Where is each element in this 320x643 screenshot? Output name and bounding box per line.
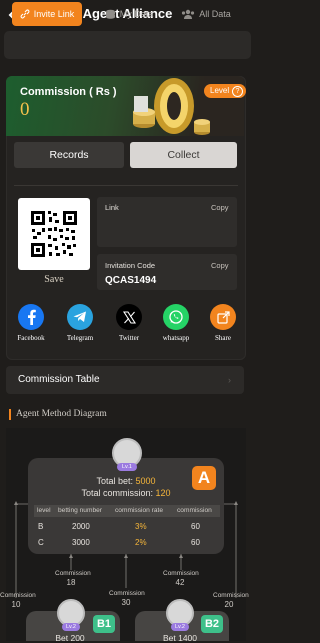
level-badge-a: Lv.1 bbox=[117, 463, 137, 471]
qr-code-icon bbox=[31, 211, 77, 257]
commission-label-mid: Commission bbox=[109, 590, 145, 597]
node-b1-badge: B1 bbox=[93, 615, 115, 633]
cell-rate: 3% bbox=[135, 522, 147, 531]
help-icon: ? bbox=[232, 86, 243, 97]
commission-value-mid-left: 18 bbox=[66, 578, 76, 587]
table-row: B 2000 3% 60 bbox=[34, 522, 220, 534]
section-accent-bar bbox=[9, 409, 11, 420]
commission-value-left: 10 bbox=[11, 600, 21, 609]
share-icon bbox=[210, 304, 236, 330]
level-badge[interactable]: Level ? bbox=[204, 84, 246, 98]
tab-label: Invite Link bbox=[33, 9, 75, 19]
tab-my-data[interactable]: My Data bbox=[98, 2, 160, 26]
total-commission-value: 120 bbox=[155, 488, 171, 498]
total-bet-value: 5000 bbox=[135, 476, 156, 486]
tab-all-data[interactable]: All Data bbox=[175, 2, 237, 26]
share-label: Facebook bbox=[17, 334, 45, 342]
share-facebook[interactable]: Facebook bbox=[8, 304, 54, 342]
total-commission-line: Total commission: 120 bbox=[28, 488, 224, 498]
whatsapp-icon bbox=[163, 304, 189, 330]
column-header: commission rate bbox=[115, 507, 164, 514]
facebook-icon bbox=[18, 304, 44, 330]
total-commission-label: Total commission: bbox=[81, 488, 153, 498]
commission-label-right: Commission bbox=[213, 592, 249, 599]
commission-label: Commission ( Rs ) bbox=[20, 86, 117, 98]
records-button[interactable]: Records bbox=[14, 142, 124, 168]
column-header: level bbox=[37, 507, 51, 514]
node-b2-badge: B2 bbox=[201, 615, 223, 633]
x-icon bbox=[116, 304, 142, 330]
collect-button[interactable]: Collect bbox=[130, 142, 237, 168]
column-header: commission bbox=[177, 507, 212, 514]
invitation-code-value: QCAS1494 bbox=[105, 275, 157, 286]
column-header: betting number bbox=[58, 507, 102, 514]
node-b2-bet: Bet 1400 bbox=[162, 633, 198, 643]
commission-value-mid: 30 bbox=[121, 598, 131, 607]
commission-label-mid-right: Commission bbox=[163, 570, 199, 577]
level-label: Level bbox=[210, 86, 230, 95]
database-icon bbox=[105, 9, 115, 19]
table-row: C 3000 2% 60 bbox=[34, 538, 220, 550]
share-twitter[interactable]: Twitter bbox=[106, 304, 152, 342]
users-icon bbox=[182, 9, 195, 19]
coin-trophy-illustration bbox=[133, 78, 210, 135]
cell-betting: 3000 bbox=[72, 538, 90, 547]
commission-value: 0 bbox=[20, 99, 30, 120]
commission-value-right: 20 bbox=[224, 600, 234, 609]
share-label: whatsapp bbox=[162, 334, 190, 342]
commission-value-mid-right: 42 bbox=[175, 578, 185, 587]
divider bbox=[14, 185, 238, 186]
copy-code-button[interactable]: Copy bbox=[211, 261, 229, 270]
total-bet-line: Total bet: 5000 bbox=[28, 476, 224, 486]
tab-label: My Data bbox=[119, 9, 154, 19]
cell-commission: 60 bbox=[191, 538, 200, 547]
cell-rate: 2% bbox=[135, 538, 147, 547]
link-icon bbox=[20, 9, 30, 19]
tab-label: All Data bbox=[199, 9, 231, 19]
cell-commission: 60 bbox=[191, 522, 200, 531]
share-label: Share bbox=[215, 334, 231, 342]
share-more[interactable]: Share bbox=[200, 304, 246, 342]
save-button[interactable]: Save bbox=[18, 274, 90, 285]
tab-invite-link[interactable]: Invite Link bbox=[12, 2, 82, 26]
share-label: Twitter bbox=[118, 334, 140, 342]
diagram-title: Agent Method Diagram bbox=[16, 409, 107, 419]
table-header: level betting number commission rate com… bbox=[34, 505, 220, 517]
share-telegram[interactable]: Telegram bbox=[57, 304, 103, 342]
qr-code[interactable] bbox=[18, 198, 90, 270]
cell-betting: 2000 bbox=[72, 522, 90, 531]
node-b1-bet: Bet 200 bbox=[55, 633, 85, 643]
copy-link-button[interactable]: Copy bbox=[211, 203, 229, 212]
commission-label-mid-left: Commission bbox=[55, 570, 91, 577]
cell-level: B bbox=[38, 522, 44, 531]
share-label: Telegram bbox=[66, 334, 94, 342]
invitation-code-label: Invitation Code bbox=[105, 261, 156, 270]
level-badge-b2: Lv.2 bbox=[171, 623, 189, 631]
telegram-icon bbox=[67, 304, 93, 330]
commission-label-left: Commission bbox=[0, 592, 36, 599]
level-badge-b1: Lv.2 bbox=[62, 623, 80, 631]
chevron-right-icon: › bbox=[228, 375, 231, 385]
tab-bar bbox=[4, 31, 251, 59]
commission-table-label: Commission Table bbox=[18, 374, 100, 385]
link-label: Link bbox=[105, 203, 119, 212]
cell-level: C bbox=[38, 538, 44, 547]
share-whatsapp[interactable]: whatsapp bbox=[153, 304, 199, 342]
total-bet-label: Total bet: bbox=[96, 476, 133, 486]
